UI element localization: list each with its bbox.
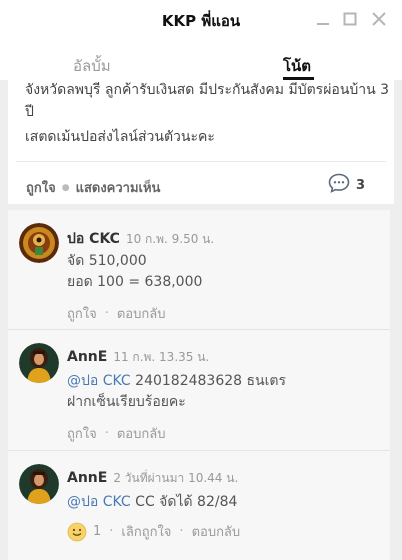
tab-album[interactable]: อัลบั้ม xyxy=(73,54,111,78)
comment-button[interactable]: แสดงความเห็น xyxy=(76,177,161,198)
comment-text-line: ยอด 100 = 638,000 xyxy=(67,271,202,293)
reply-button[interactable]: ตอบกลับ xyxy=(117,303,166,324)
avatar[interactable] xyxy=(19,343,59,383)
separator-dot: ● xyxy=(61,182,70,193)
post-card: จังหวัดลพบุรี ลูกค้ารับเงินสด มีประกันสั… xyxy=(8,80,394,204)
reply-button[interactable]: ตอบกลับ xyxy=(192,521,241,542)
post-text-line: ปี xyxy=(25,104,34,120)
comment-text: 240182483628 ธนเตร xyxy=(130,373,287,389)
separator-dot: · xyxy=(179,524,184,539)
comment-text: ฝากเซ็นเรียบร้อยคะ xyxy=(67,394,186,410)
like-button[interactable]: ถูกใจ xyxy=(67,303,97,324)
speech-bubble-icon xyxy=(328,173,350,197)
maximize-icon[interactable] xyxy=(341,10,359,28)
comment-text: CC จัดได้ 82/84 xyxy=(130,494,238,510)
separator-dot: · xyxy=(109,524,114,539)
comment-text: จัด 510,000 xyxy=(67,253,147,269)
post-text-line: เสตดเม้นปอส่งไลน์ส่วนตัวนะคะ xyxy=(25,129,215,145)
scrollbar[interactable] xyxy=(394,80,402,560)
title-bar: KKP พี่แอน xyxy=(0,0,402,38)
comment-text-line: ฝากเซ็นเรียบร้อยคะ xyxy=(67,391,186,413)
comment-time: 11 ก.พ. 13.35 น. xyxy=(113,350,210,364)
separator-dot: · xyxy=(104,306,109,321)
reply-button[interactable]: ตอบกลับ xyxy=(117,423,166,444)
comment-item: AnnE 11 ก.พ. 13.35 น. @ปอ CKC 24018248362… xyxy=(8,330,390,450)
minimize-icon[interactable] xyxy=(314,10,332,28)
tab-bar: อัลบั้ม โน้ต xyxy=(0,40,402,80)
divider xyxy=(16,161,386,162)
comment-time: 2 วันที่ผ่านมา 10.44 น. xyxy=(113,471,239,485)
mention-link[interactable]: @ปอ CKC xyxy=(67,373,131,389)
comment-text: ยอด 100 = 638,000 xyxy=(67,274,203,290)
like-button[interactable]: ถูกใจ xyxy=(67,423,97,444)
like-button[interactable]: ถูกใจ xyxy=(26,177,56,198)
separator-dot: · xyxy=(104,426,109,441)
unlike-button[interactable]: เลิกถูกใจ xyxy=(121,521,171,542)
comment-actions: ถูกใจ · ตอบกลับ xyxy=(67,303,165,324)
comment-actions: ถูกใจ · ตอบกลับ xyxy=(67,423,165,444)
author-name[interactable]: AnnE xyxy=(67,470,107,486)
comment-item: ปอ CKC 10 ก.พ. 9.50 น. จัด 510,000 ยอด 10… xyxy=(8,210,390,329)
comment-item: AnnE 2 วันที่ผ่านมา 10.44 น. @ปอ CKC CC จ… xyxy=(8,451,390,560)
comment-time: 10 ก.พ. 9.50 น. xyxy=(125,232,215,246)
smile-emoji-icon[interactable] xyxy=(67,522,87,542)
comment-list: ปอ CKC 10 ก.พ. 9.50 น. จัด 510,000 ยอด 10… xyxy=(8,210,390,560)
comment-actions: 1 · เลิกถูกใจ · ตอบกลับ xyxy=(67,521,240,542)
comment-text-line: @ปอ CKC CC จัดได้ 82/84 xyxy=(67,491,237,513)
comment-text-line: @ปอ CKC 240182483628 ธนเตร xyxy=(67,370,286,392)
comment-count-number: 3 xyxy=(356,177,366,193)
comment-text-line: จัด 510,000 xyxy=(67,250,147,272)
tab-notes[interactable]: โน้ต xyxy=(283,54,311,78)
post-actions: ถูกใจ ● แสดงความเห็น xyxy=(26,177,160,198)
author-name[interactable]: AnnE xyxy=(67,349,107,365)
mention-link[interactable]: @ปอ CKC xyxy=(67,494,131,510)
reaction-count: 1 xyxy=(93,524,102,539)
avatar[interactable] xyxy=(19,223,59,263)
note-feed[interactable]: จังหวัดลพบุรี ลูกค้ารับเงินสด มีประกันสั… xyxy=(0,80,402,560)
comment-author[interactable]: ปอ CKC 10 ก.พ. 9.50 น. xyxy=(67,228,214,250)
close-icon[interactable] xyxy=(370,10,388,28)
comment-count[interactable]: 3 xyxy=(328,173,365,197)
avatar[interactable] xyxy=(19,464,59,504)
post-text-line: จังหวัดลพบุรี ลูกค้ารับเงินสด มีประกันสั… xyxy=(25,82,390,98)
comment-author[interactable]: AnnE 11 ก.พ. 13.35 น. xyxy=(67,348,209,367)
author-name[interactable]: ปอ CKC xyxy=(67,231,120,247)
comment-author[interactable]: AnnE 2 วันที่ผ่านมา 10.44 น. xyxy=(67,469,238,488)
